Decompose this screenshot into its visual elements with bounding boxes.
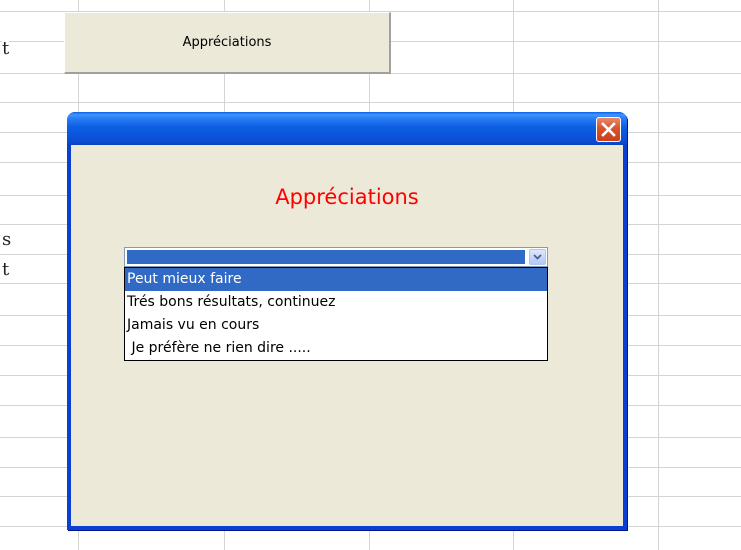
sheet-button-label: Appréciations	[182, 35, 272, 50]
appreciation-dropdown-list[interactable]: Peut mieux faire Trés bons résultats, co…	[124, 267, 548, 361]
cell-text-fragment: s	[2, 229, 12, 250]
list-item[interactable]: Peut mieux faire	[125, 268, 547, 291]
list-item[interactable]: Je préfère ne rien dire .....	[125, 337, 547, 360]
appreciations-sheet-button[interactable]: Appréciations	[64, 12, 391, 74]
chevron-down-icon	[533, 254, 542, 260]
appreciations-dialog: Appréciations Peut mieux faire Trés bons…	[67, 112, 627, 530]
combobox-value[interactable]	[126, 249, 526, 265]
close-x-icon	[601, 122, 616, 137]
close-button[interactable]	[596, 117, 621, 142]
dialog-heading: Appréciations	[275, 185, 419, 209]
dialog-client-area: Appréciations Peut mieux faire Trés bons…	[71, 145, 623, 526]
cell-text-fragment: t	[2, 259, 10, 280]
cell-text-fragment: t	[2, 38, 10, 59]
appreciation-combobox[interactable]	[124, 247, 548, 267]
combobox-dropdown-button[interactable]	[529, 249, 546, 265]
dialog-titlebar[interactable]	[67, 112, 627, 145]
list-item[interactable]: Trés bons résultats, continuez	[125, 291, 547, 314]
list-item[interactable]: Jamais vu en cours	[125, 314, 547, 337]
